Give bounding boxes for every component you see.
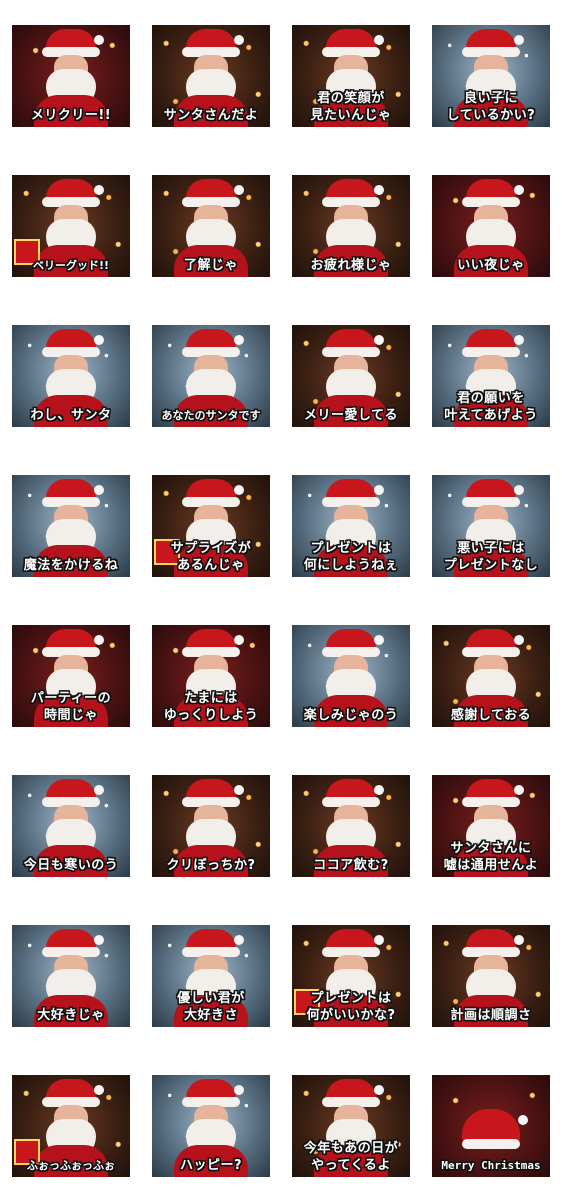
sticker-caption: 今日も寒いのう (23, 858, 119, 873)
sticker-tile[interactable]: 感謝しておる (432, 625, 550, 727)
sticker-tile[interactable]: クリぼっちか? (152, 775, 270, 877)
sticker-tile[interactable]: プレゼントは 何にしようねぇ (292, 475, 410, 577)
sticker-grid: メリクリー!! サンタさんだよ 君の笑顔が 見たいんじゃ 良い子に しているかい? ベリ… (12, 25, 552, 1177)
sticker-caption: 了解じゃ (183, 258, 238, 273)
sticker-caption: クリぼっちか? (166, 858, 256, 873)
santa-brim (462, 1139, 520, 1149)
sticker-caption: メリー愛してる (303, 408, 399, 423)
sticker-tile[interactable]: わし、サンタ (12, 325, 130, 427)
sticker-tile[interactable]: 大好きじゃ (12, 925, 130, 1027)
sticker-tile[interactable]: ハッピー? (152, 1075, 270, 1177)
sticker-tile[interactable]: メリクリー!! (12, 25, 130, 127)
sticker-tile[interactable]: あなたのサンタです (152, 325, 270, 427)
sticker-tile[interactable]: お疲れ様じゃ (292, 175, 410, 277)
sticker-caption: 楽しみじゃのう (303, 708, 399, 723)
sticker-caption: わし、サンタ (30, 408, 112, 423)
sticker-caption: ココア飲む? (313, 858, 389, 873)
sticker-tile[interactable]: たまには ゆっくりしよう (152, 625, 270, 727)
sticker-tile[interactable]: パーティーの 時間じゃ (12, 625, 130, 727)
sticker-tile[interactable]: いい夜じゃ (432, 175, 550, 277)
sticker-caption: プレゼントは 何にしようねぇ (303, 541, 399, 573)
sticker-caption: サンタさんに 嘘は通用せんよ (443, 841, 539, 873)
sticker-caption: 悪い子には プレゼントなし (443, 541, 539, 573)
sticker-tile[interactable]: 君の笑顔が 見たいんじゃ (292, 25, 410, 127)
santa-hat (462, 1109, 528, 1143)
sticker-tile[interactable]: ベリーグッド!! (12, 175, 130, 277)
sticker-caption: ふぉっふぉっふぉ (27, 1159, 115, 1172)
sticker-tile[interactable]: ふぉっふぉっふぉ (12, 1075, 130, 1177)
sticker-caption: サプライズが あるんじゃ (170, 541, 252, 573)
sticker-caption: あなたのサンタです (161, 409, 261, 422)
sticker-tile[interactable]: サプライズが あるんじゃ (152, 475, 270, 577)
sticker-tile[interactable]: Merry Christmas (432, 1075, 550, 1177)
sticker-tile[interactable]: サンタさんだよ (152, 25, 270, 127)
sticker-caption: パーティーの 時間じゃ (30, 691, 112, 723)
sticker-tile[interactable]: 優しい君が 大好きさ (152, 925, 270, 1027)
sticker-caption: たまには ゆっくりしよう (163, 691, 259, 723)
sticker-tile[interactable]: 悪い子には プレゼントなし (432, 475, 550, 577)
sticker-tile[interactable]: メリー愛してる (292, 325, 410, 427)
sticker-caption: ハッピー? (179, 1158, 243, 1173)
sticker-caption: お疲れ様じゃ (310, 258, 392, 273)
sticker-caption: ベリーグッド!! (32, 259, 110, 272)
sticker-tile[interactable]: 計画は順調さ (432, 925, 550, 1027)
sticker-tile[interactable]: 魔法をかけるね (12, 475, 130, 577)
sticker-tile[interactable]: プレゼントは 何がいいかな? (292, 925, 410, 1027)
sticker-tile[interactable]: 了解じゃ (152, 175, 270, 277)
sticker-caption: 君の笑顔が 見たいんじゃ (310, 91, 392, 123)
sticker-caption: 今年もあの日が やってくるよ (303, 1141, 399, 1173)
sticker-caption: 君の願いを 叶えてあげよう (444, 391, 538, 423)
sticker-tile[interactable]: 今年もあの日が やってくるよ (292, 1075, 410, 1177)
sticker-tile[interactable]: サンタさんに 嘘は通用せんよ (432, 775, 550, 877)
sticker-tile[interactable]: 君の願いを 叶えてあげよう (432, 325, 550, 427)
sticker-tile[interactable]: 良い子に しているかい? (432, 25, 550, 127)
sticker-tile[interactable]: 楽しみじゃのう (292, 625, 410, 727)
sticker-tile[interactable]: ココア飲む? (292, 775, 410, 877)
sticker-caption: いい夜じゃ (457, 258, 525, 273)
sticker-caption: 感謝しておる (450, 708, 532, 723)
sticker-caption: メリクリー!! (30, 108, 112, 123)
sticker-caption: 良い子に しているかい? (446, 91, 536, 123)
sticker-caption: 優しい君が 大好きさ (177, 991, 245, 1023)
sticker-tile[interactable]: 今日も寒いのう (12, 775, 130, 877)
sticker-caption: Merry Christmas (441, 1159, 541, 1172)
sticker-caption: プレゼントは 何がいいかな? (306, 991, 396, 1023)
sticker-caption: 大好きじゃ (37, 1008, 105, 1023)
sticker-caption: 計画は順調さ (450, 1008, 532, 1023)
sticker-caption: サンタさんだよ (163, 108, 259, 123)
sticker-caption: 魔法をかけるね (23, 558, 119, 573)
